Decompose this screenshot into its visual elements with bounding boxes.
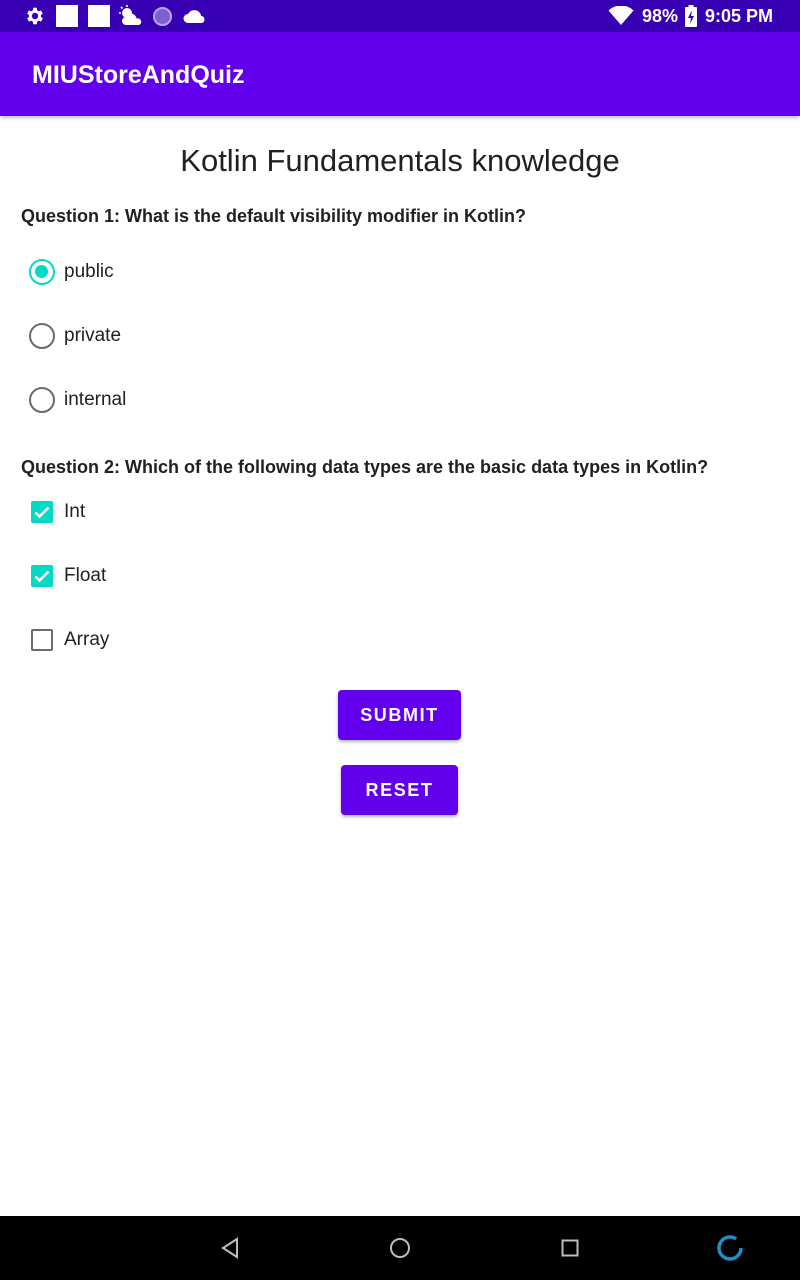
checkbox-option-float[interactable]: Float bbox=[28, 556, 328, 596]
radio-option-label: public bbox=[64, 261, 114, 282]
clock: 9:05 PM bbox=[705, 6, 774, 26]
recents-icon[interactable] bbox=[561, 1239, 579, 1257]
home-icon[interactable] bbox=[389, 1237, 411, 1259]
question-1-text: Question 1: What is the default visibili… bbox=[21, 206, 527, 226]
wifi-icon bbox=[608, 6, 634, 25]
radio-button[interactable] bbox=[29, 387, 55, 413]
status-bar: 98% 9:05 PM bbox=[0, 0, 800, 32]
battery-charging-icon bbox=[685, 5, 697, 27]
battery-percentage: 98% bbox=[642, 6, 679, 26]
question-2-text: Question 2: Which of the following data … bbox=[21, 457, 709, 477]
weather-icon bbox=[119, 5, 142, 25]
checkbox-option-label: Array bbox=[64, 629, 110, 650]
submit-button[interactable]: SUBMIT bbox=[338, 690, 461, 740]
reset-button[interactable]: RESET bbox=[341, 765, 458, 815]
checkbox-checked[interactable] bbox=[31, 565, 53, 587]
radio-option-internal[interactable]: internal bbox=[28, 380, 328, 420]
page-title: Kotlin Fundamentals knowledge bbox=[180, 143, 620, 178]
settings-icon bbox=[27, 7, 43, 25]
radio-option-label: internal bbox=[64, 389, 127, 410]
radio-button[interactable] bbox=[29, 323, 55, 349]
app-title: MIUStoreAndQuiz bbox=[32, 61, 245, 89]
back-icon[interactable] bbox=[219, 1236, 241, 1260]
checkmark-icon bbox=[34, 570, 50, 583]
checkbox-unchecked[interactable] bbox=[31, 629, 53, 651]
radio-option-public[interactable]: public bbox=[28, 252, 328, 292]
checkmark-icon bbox=[34, 506, 50, 519]
assistant-icon[interactable] bbox=[716, 1234, 744, 1262]
checkbox-option-int[interactable]: Int bbox=[28, 492, 328, 532]
checkbox-option-label: Float bbox=[64, 565, 107, 586]
notification-square-icon bbox=[56, 5, 78, 27]
cloud-icon bbox=[183, 10, 205, 23]
checkbox-option-array[interactable]: Array bbox=[28, 620, 328, 660]
checkbox-option-label: Int bbox=[64, 501, 86, 522]
moon-icon bbox=[153, 7, 172, 26]
notification-square-icon bbox=[88, 5, 110, 27]
radio-option-label: private bbox=[64, 325, 122, 346]
checkbox-checked[interactable] bbox=[31, 501, 53, 523]
app-bar: MIUStoreAndQuiz bbox=[0, 32, 800, 116]
radio-button-selected[interactable] bbox=[29, 259, 55, 285]
radio-option-private[interactable]: private bbox=[28, 316, 328, 356]
